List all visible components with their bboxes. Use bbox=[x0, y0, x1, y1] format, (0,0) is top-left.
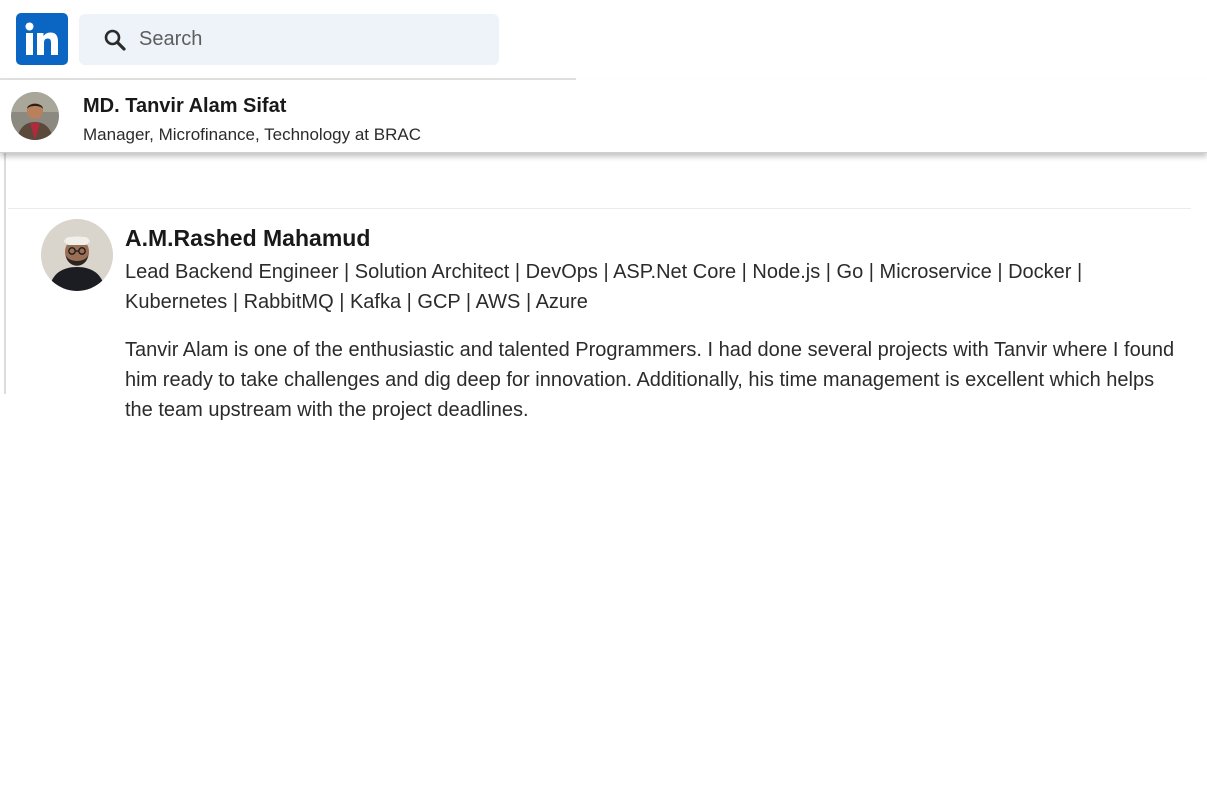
recommender-avatar[interactable] bbox=[41, 219, 113, 291]
page: MD. Tanvir Alam Sifat Manager, Microfina… bbox=[0, 0, 1207, 804]
profile-name: MD. Tanvir Alam Sifat bbox=[83, 95, 287, 117]
linkedin-logo-icon bbox=[25, 22, 58, 55]
card-divider bbox=[8, 208, 1191, 209]
recommender-headline: Lead Backend Engineer | Solution Archite… bbox=[125, 261, 1083, 313]
linkedin-logo[interactable] bbox=[16, 13, 68, 65]
profile-sticky-header: MD. Tanvir Alam Sifat Manager, Microfina… bbox=[0, 80, 1207, 153]
recommender-name[interactable]: A.M.Rashed Mahamud bbox=[125, 225, 370, 252]
profile-headline: Manager, Microfinance, Technology at BRA… bbox=[83, 125, 421, 144]
search-icon bbox=[103, 28, 127, 52]
recommendation-text: Tanvir Alam is one of the enthusiastic a… bbox=[125, 339, 1175, 421]
profile-avatar[interactable] bbox=[11, 92, 59, 140]
card-left-border bbox=[4, 153, 6, 394]
top-nav-bar bbox=[0, 0, 1207, 79]
search-bar[interactable] bbox=[79, 14, 499, 65]
search-input[interactable] bbox=[139, 19, 479, 60]
